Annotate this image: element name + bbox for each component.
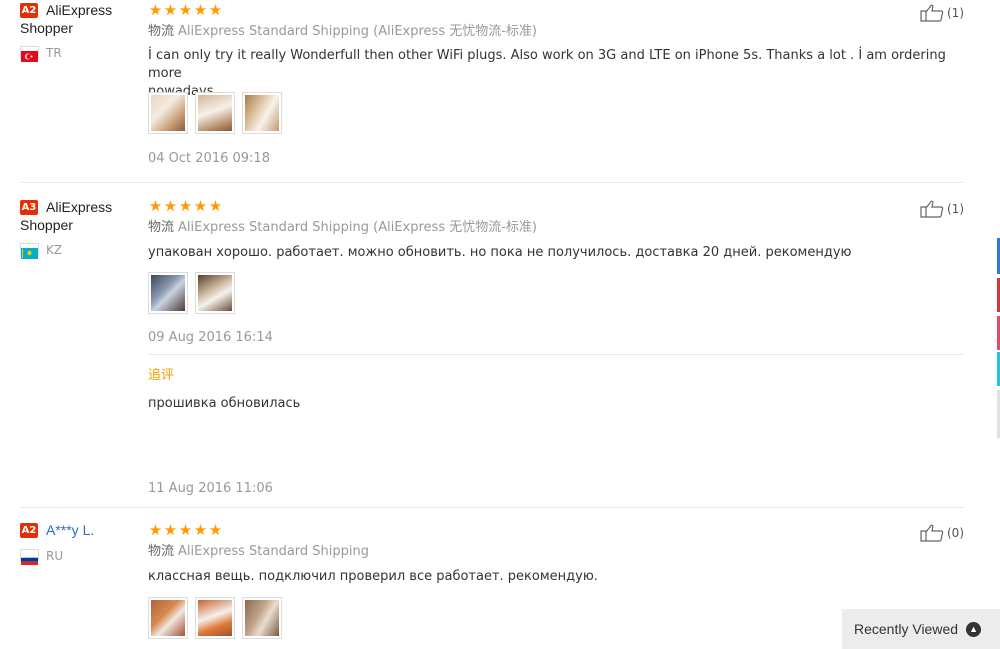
logistics-label: 物流 bbox=[148, 544, 175, 559]
user-name: AliExpress bbox=[46, 2, 113, 18]
followup-date: 11 Aug 2016 11:06 bbox=[148, 481, 273, 496]
user-name-line2: Shopper bbox=[20, 20, 73, 36]
user-name-link[interactable]: A***y L. bbox=[46, 521, 94, 539]
star-icon: ★ bbox=[208, 521, 223, 539]
country-code: RU bbox=[46, 549, 64, 563]
logistics-label: 物流 bbox=[148, 24, 175, 39]
star-icon: ★ bbox=[208, 1, 223, 19]
recently-viewed-label: Recently Viewed bbox=[854, 621, 959, 637]
buyer-level-badge: A2 bbox=[20, 3, 38, 18]
review-text-line: İ can only try it really Wonderfull then… bbox=[148, 48, 946, 81]
star-icon: ★ bbox=[193, 1, 208, 19]
star-icon: ★ bbox=[148, 521, 163, 539]
recently-viewed-tab[interactable]: Recently Viewed ▲ bbox=[842, 609, 1000, 649]
star-icon: ★ bbox=[163, 1, 178, 19]
flag-kz-icon bbox=[20, 243, 39, 259]
star-rating: ★ ★ ★ ★ ★ bbox=[148, 2, 223, 18]
review-photo-thumb[interactable] bbox=[148, 597, 188, 639]
review-photo-thumb[interactable] bbox=[242, 92, 282, 134]
review-photos bbox=[148, 272, 235, 314]
review-separator bbox=[20, 182, 964, 183]
review-photo-thumb[interactable] bbox=[148, 92, 188, 134]
review-photo-thumb[interactable] bbox=[242, 597, 282, 639]
star-icon: ★ bbox=[163, 521, 178, 539]
review-text-line: упакован хорошо. работает. можно обновит… bbox=[148, 245, 852, 260]
review-date: 09 Aug 2016 16:14 bbox=[148, 330, 273, 345]
review-date: 04 Oct 2016 09:18 bbox=[148, 151, 270, 166]
logistics-label: 物流 bbox=[148, 220, 175, 235]
helpful-count: (0) bbox=[947, 526, 964, 540]
helpful-button[interactable]: (1) bbox=[920, 4, 964, 22]
logistics-info: 物流 AliExpress Standard Shipping (AliExpre… bbox=[148, 24, 537, 40]
review-separator bbox=[20, 507, 964, 508]
chevron-up-icon: ▲ bbox=[966, 621, 982, 637]
helpful-button[interactable]: (0) bbox=[920, 524, 964, 542]
review-photo-thumb[interactable] bbox=[195, 272, 235, 314]
review-photo-thumb[interactable] bbox=[148, 272, 188, 314]
user-name-line2: Shopper bbox=[20, 217, 73, 233]
review-text: упакован хорошо. работает. можно обновит… bbox=[148, 244, 968, 262]
review-photos bbox=[148, 92, 282, 134]
logistics-value: AliExpress Standard Shipping (AliExpress… bbox=[178, 220, 537, 235]
thumbs-up-icon bbox=[920, 200, 944, 218]
logistics-value: AliExpress Standard Shipping (AliExpress… bbox=[178, 24, 537, 39]
star-rating: ★ ★ ★ ★ ★ bbox=[148, 198, 223, 214]
star-icon: ★ bbox=[208, 197, 223, 215]
flag-tr-icon bbox=[20, 46, 39, 62]
buyer-level-badge: A3 bbox=[20, 200, 38, 215]
star-icon: ★ bbox=[178, 197, 193, 215]
star-icon: ★ bbox=[148, 1, 163, 19]
thumbs-up-icon bbox=[920, 524, 944, 542]
thumbs-up-icon bbox=[920, 4, 944, 22]
review-photo-thumb[interactable] bbox=[195, 597, 235, 639]
user-name: AliExpress bbox=[46, 199, 113, 215]
helpful-count: (1) bbox=[947, 202, 964, 216]
star-rating: ★ ★ ★ ★ ★ bbox=[148, 522, 223, 538]
star-icon: ★ bbox=[193, 521, 208, 539]
review-photo-thumb[interactable] bbox=[195, 92, 235, 134]
country-code: KZ bbox=[46, 243, 63, 257]
followup-separator bbox=[148, 354, 964, 355]
buyer-level-badge: A2 bbox=[20, 523, 38, 538]
helpful-button[interactable]: (1) bbox=[920, 200, 964, 218]
country-code: TR bbox=[46, 46, 62, 60]
logistics-info: 物流 AliExpress Standard Shipping (AliExpre… bbox=[148, 220, 537, 236]
logistics-info: 物流 AliExpress Standard Shipping bbox=[148, 544, 369, 560]
review-text-line: классная вещь. подключил проверил все ра… bbox=[148, 569, 598, 584]
flag-ru-icon bbox=[20, 549, 39, 565]
followup-label: 追评 bbox=[148, 368, 175, 383]
review-text: классная вещь. подключил проверил все ра… bbox=[148, 568, 968, 586]
star-icon: ★ bbox=[178, 521, 193, 539]
review-photos bbox=[148, 597, 282, 639]
helpful-count: (1) bbox=[947, 6, 964, 20]
star-icon: ★ bbox=[193, 197, 208, 215]
star-icon: ★ bbox=[148, 197, 163, 215]
star-icon: ★ bbox=[163, 197, 178, 215]
star-icon: ★ bbox=[178, 1, 193, 19]
followup-text: прошивка обновилась bbox=[148, 396, 301, 411]
logistics-value: AliExpress Standard Shipping bbox=[178, 544, 370, 559]
